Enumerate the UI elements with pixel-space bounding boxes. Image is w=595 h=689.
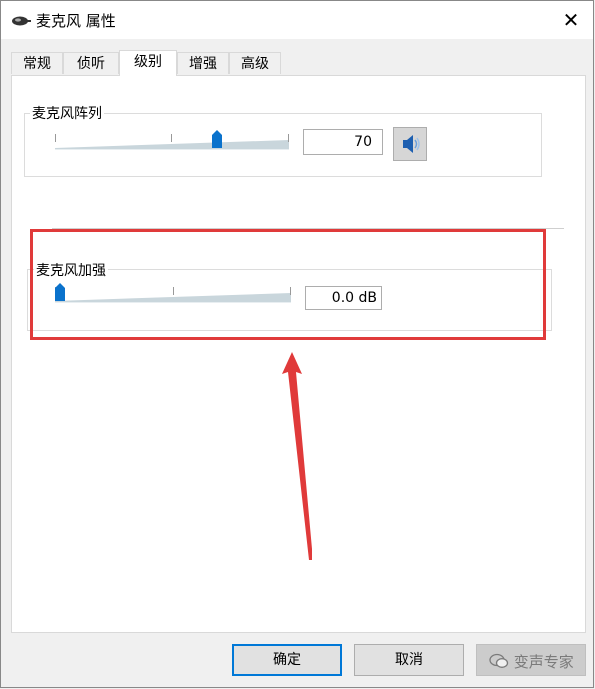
watermark: 变声专家 <box>489 651 574 672</box>
watermark-text: 变声专家 <box>513 653 574 671</box>
tab-levels[interactable]: 级别 <box>119 50 177 76</box>
levels-panel: 麦克风阵列 70 麦克风加强 0.0 dB <box>11 75 586 633</box>
slider-track <box>55 140 289 150</box>
mic-array-label: 麦克风阵列 <box>30 103 104 123</box>
slider-tick <box>55 134 56 142</box>
arrow-annotation <box>282 352 312 560</box>
title-bar: 麦克风 属性 ✕ <box>1 1 593 39</box>
dialog-window: 麦克风 属性 ✕ 常规 侦听 级别 增强 高级 麦克风阵列 70 麦克风加强 0… <box>0 0 594 688</box>
tab-enhancements[interactable]: 增强 <box>177 52 229 74</box>
mute-button[interactable] <box>393 127 427 161</box>
microphone-icon <box>11 13 31 32</box>
slider-tick <box>288 134 289 142</box>
ok-button[interactable]: 确定 <box>232 644 342 676</box>
highlight-box <box>30 229 546 340</box>
tab-listen[interactable]: 侦听 <box>63 52 119 74</box>
mic-array-value[interactable]: 70 <box>303 129 383 155</box>
close-button[interactable]: ✕ <box>557 7 585 33</box>
cancel-button[interactable]: 取消 <box>354 644 464 676</box>
close-icon: ✕ <box>562 8 580 32</box>
window-title: 麦克风 属性 <box>36 12 116 30</box>
slider-thumb[interactable] <box>211 130 222 148</box>
wechat-icon <box>489 653 509 668</box>
tab-advanced[interactable]: 高级 <box>229 52 281 74</box>
mic-array-slider[interactable] <box>55 126 289 156</box>
tab-general[interactable]: 常规 <box>11 52 63 74</box>
slider-tick <box>171 134 172 142</box>
speaker-icon <box>403 135 420 153</box>
